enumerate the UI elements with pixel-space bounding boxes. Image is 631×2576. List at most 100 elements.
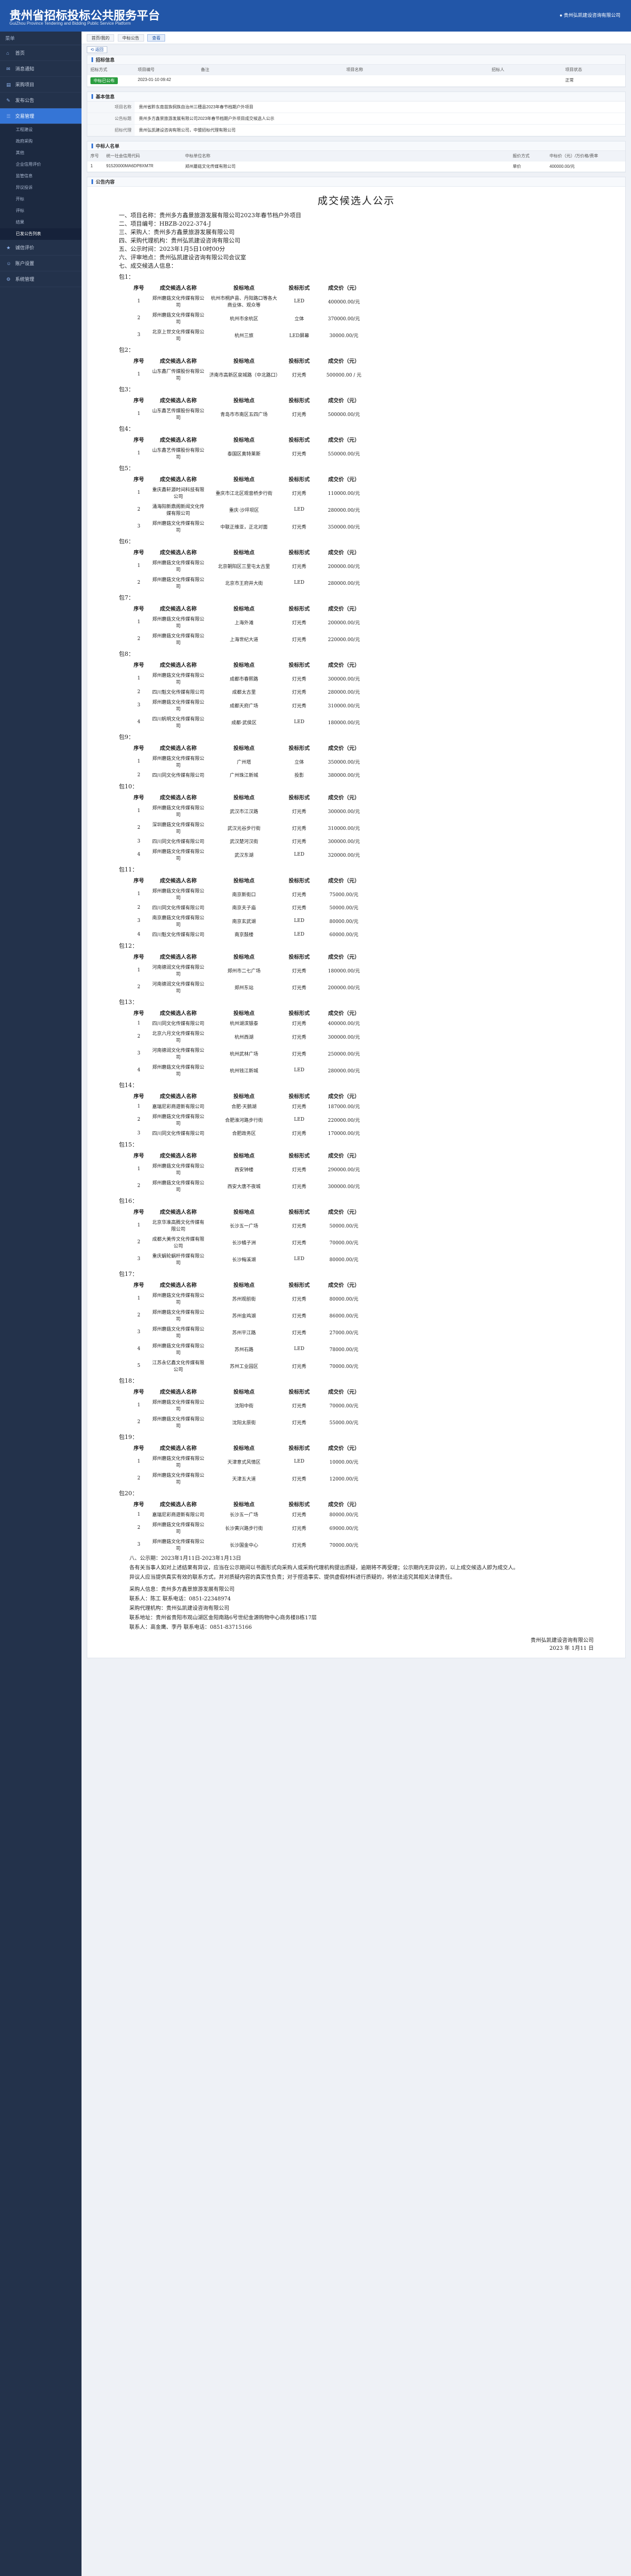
candidate-cell: 灯光秀 [292, 637, 307, 643]
candidate-col-header: 投标地点 [233, 1153, 255, 1159]
candidate-cell: 1 [137, 1403, 140, 1408]
candidate-col-header: 投标形式 [289, 1210, 310, 1215]
candidate-col-header: 投标地点 [233, 398, 255, 404]
tab-view[interactable]: 查看 [147, 34, 166, 42]
table-row: 1 嘉瑞尼彩商遊新有限公司 合肥·天鹅湖 灯光秀 187000.00/元 [128, 1101, 370, 1111]
contact-line: 联系地址：贵州省贵阳市观山湖区金阳南路6号世纪金源购物中心商务楼B栋17层 [129, 1615, 317, 1621]
candidate-table: 序号 成交候选人名称 投标地点 投标形式 成交价（元） 1 重庆鑫轩源时间科技有限公司 重庆市… [128, 473, 370, 535]
table-row: 3 郑州蘑菇文化传媒有限公司 苏州平江路 灯光秀 27000.00/元 [128, 1324, 370, 1341]
candidate-col-header: 投标形式 [289, 1283, 310, 1289]
candidate-cell: 灯光秀 [292, 906, 307, 911]
candidate-col-header: 成交候选人名称 [160, 1446, 197, 1452]
sidebar-subitem-1[interactable]: 政府采购 [0, 136, 82, 147]
candidate-cell: LED [294, 580, 304, 585]
candidate-cell: 郑州蘑菇文化传媒有限公司 [152, 1456, 205, 1468]
candidate-cell: 310000.00/元 [328, 703, 360, 709]
candidate-cell: 310000.00/元 [328, 826, 360, 831]
sidebar-subitem-6[interactable]: 开标 [0, 194, 82, 205]
candidate-cell: 1 [137, 1167, 140, 1172]
sidebar-subitem-7[interactable]: 评标 [0, 205, 82, 217]
sidebar-item-3[interactable]: ✎ 发布公告 [0, 93, 82, 108]
sidebar-item-2[interactable]: ▤ 采购项目 [0, 77, 82, 93]
current-user[interactable]: ● 贵州弘凯建设咨询有限公司 [559, 12, 620, 18]
candidate-col-header: 投标地点 [233, 286, 255, 291]
contact-line: 采购人信息：贵州多方鑫景旅游发展有限公司 [129, 1587, 235, 1593]
table-row: 2 郑州蘑菇文化传媒有限公司 西安大唐不夜城 灯光秀 300000.00/元 [128, 1178, 370, 1194]
candidate-cell: 济南市高新区泉城路（中北路口） [209, 372, 281, 378]
candidate-col-header: 成交价（元） [328, 1094, 360, 1100]
candidate-col-header: 成交价（元） [328, 1011, 360, 1017]
basic-key: 招标代理 [87, 125, 135, 136]
package-label: 包14： [119, 1082, 138, 1089]
candidate-col-header: 序号 [134, 398, 144, 404]
sidebar-subitem-3[interactable]: 企业信用评价 [0, 159, 82, 170]
candidate-cell: 4 [137, 852, 140, 857]
candidate-cell: 郑州蘑菇文化传媒有限公司 [152, 1114, 205, 1127]
table-row: 1 郑州蘑菇文化传媒有限公司 广州塔 立体 350000.00/元 [128, 753, 370, 770]
candidate-cell: 2 [137, 1240, 140, 1245]
sidebar-subitem-0[interactable]: 工程建设 [0, 124, 82, 136]
table-row: 2 河南德润文化传媒有限公司 郑州东站 灯光秀 200000.00/元 [128, 979, 370, 996]
project-cell [343, 75, 488, 87]
candidate-cell: 灯光秀 [292, 1526, 307, 1532]
candidate-cell: 1 [137, 676, 140, 681]
winner-cell: 郑州蘑菇文化传媒有限公司 [182, 161, 282, 172]
candidate-cell: 灯光秀 [292, 1476, 307, 1482]
candidate-cell: 12000.00/元 [329, 1476, 359, 1482]
project-cell: 正常 [562, 75, 625, 87]
sidebar-item-0[interactable]: ⌂ 首页 [0, 45, 82, 61]
candidate-cell: 55000.00/元 [329, 1420, 359, 1426]
sidebar-item-5[interactable]: ★ 诚信评价 [0, 240, 82, 256]
candidate-cell: 1 [137, 1223, 140, 1228]
candidate-cell: 1 [137, 891, 140, 897]
candidate-col-header: 成交候选人名称 [160, 1094, 197, 1100]
sidebar-item-1[interactable]: ✉ 消息通知 [0, 61, 82, 77]
sidebar-item-7[interactable]: ⚙ 系统管理 [0, 271, 82, 287]
candidate-col-header: 序号 [134, 1390, 144, 1395]
candidate-cell: 立体 [294, 759, 304, 765]
sidebar-item-4[interactable]: ☰ 交易管理 [0, 108, 82, 124]
candidate-cell: 2 [137, 1419, 140, 1425]
candidate-cell: 成都大美传文化传媒有限公司 [152, 1237, 205, 1249]
candidate-cell: 四川同文化传媒有限公司 [152, 839, 205, 845]
candidate-col-header: 投标地点 [233, 1446, 255, 1452]
tab-award-notice[interactable]: 中标公告 [117, 34, 144, 42]
candidate-cell: 郑州蘑菇文化传媒有限公司 [152, 561, 205, 573]
winner-cell: 400000.00/元 [546, 161, 625, 172]
candidate-cell: 北京六月文化传媒有限公司 [152, 1031, 205, 1043]
candidate-cell: 1 [137, 620, 140, 625]
basic-value: 贵州省黔东南苗族侗族自治州三穗县2023年春节档期户外项目 [139, 105, 253, 109]
candidate-cell: 灯光秀 [292, 839, 307, 845]
candidate-cell: 杭州三旅 [234, 333, 253, 339]
candidate-col-header: 成交价（元） [328, 1153, 360, 1159]
table-row: 1 嘉瑞尼彩商遊新有限公司 长沙五一广场 灯光秀 80000.00/元 [128, 1509, 370, 1519]
candidate-cell: 2 [137, 316, 140, 321]
sidebar-item-label: 采购项目 [15, 82, 35, 87]
sidebar-subitem-8[interactable]: 结果 [0, 217, 82, 228]
sign-company: 贵州弘凯建设咨询有限公司 [531, 1638, 594, 1644]
notice-line: 五、公示时间：2023年1月5日10时00分 [119, 246, 225, 252]
candidate-cell: 郑州蘑菇文化传媒有限公司 [152, 296, 205, 308]
table-row: 2 郑州蘑菇文化传媒有限公司 杭州市余杭区 立体 370000.00/元 [128, 310, 370, 327]
sidebar-item-6[interactable]: ☺ 账户设置 [0, 256, 82, 271]
sidebar-subitem-2[interactable]: 其他 [0, 147, 82, 159]
candidate-col-header: 投标地点 [233, 1502, 255, 1508]
candidate-cell: 长沙五一广场 [229, 1513, 258, 1518]
notice-line: 三、采购人：贵州多方鑫景旅游发展有限公司 [119, 229, 235, 236]
candidate-cell: 合肥政务区 [232, 1131, 256, 1137]
candidate-cell: 5 [137, 1363, 140, 1368]
candidate-cell: 嘉瑞尼彩商遊新有限公司 [152, 1513, 205, 1518]
sidebar-heading: 菜单 [0, 32, 82, 45]
candidate-cell: 郑州蘑菇文化传媒有限公司 [152, 521, 205, 533]
tab-home[interactable]: 首页/我的 [87, 34, 115, 42]
candidate-cell: 郑州蘑菇文化传媒有限公司 [152, 1523, 205, 1535]
sidebar-subitem-4[interactable]: 监管信息 [0, 170, 82, 182]
candidate-cell: 四川魁文化传媒有限公司 [152, 690, 205, 695]
candidate-cell: 80000.00/元 [329, 1513, 359, 1518]
project-col-header: 招标方式 [87, 65, 135, 75]
back-label: 返回 [95, 47, 104, 52]
sidebar-subitem-9[interactable]: 已发公告列表 [0, 228, 82, 240]
back-button[interactable]: ⟲ 返回 [87, 46, 107, 53]
sidebar-subitem-5[interactable]: 异议投诉 [0, 182, 82, 194]
candidate-col-header: 投标形式 [289, 606, 310, 612]
